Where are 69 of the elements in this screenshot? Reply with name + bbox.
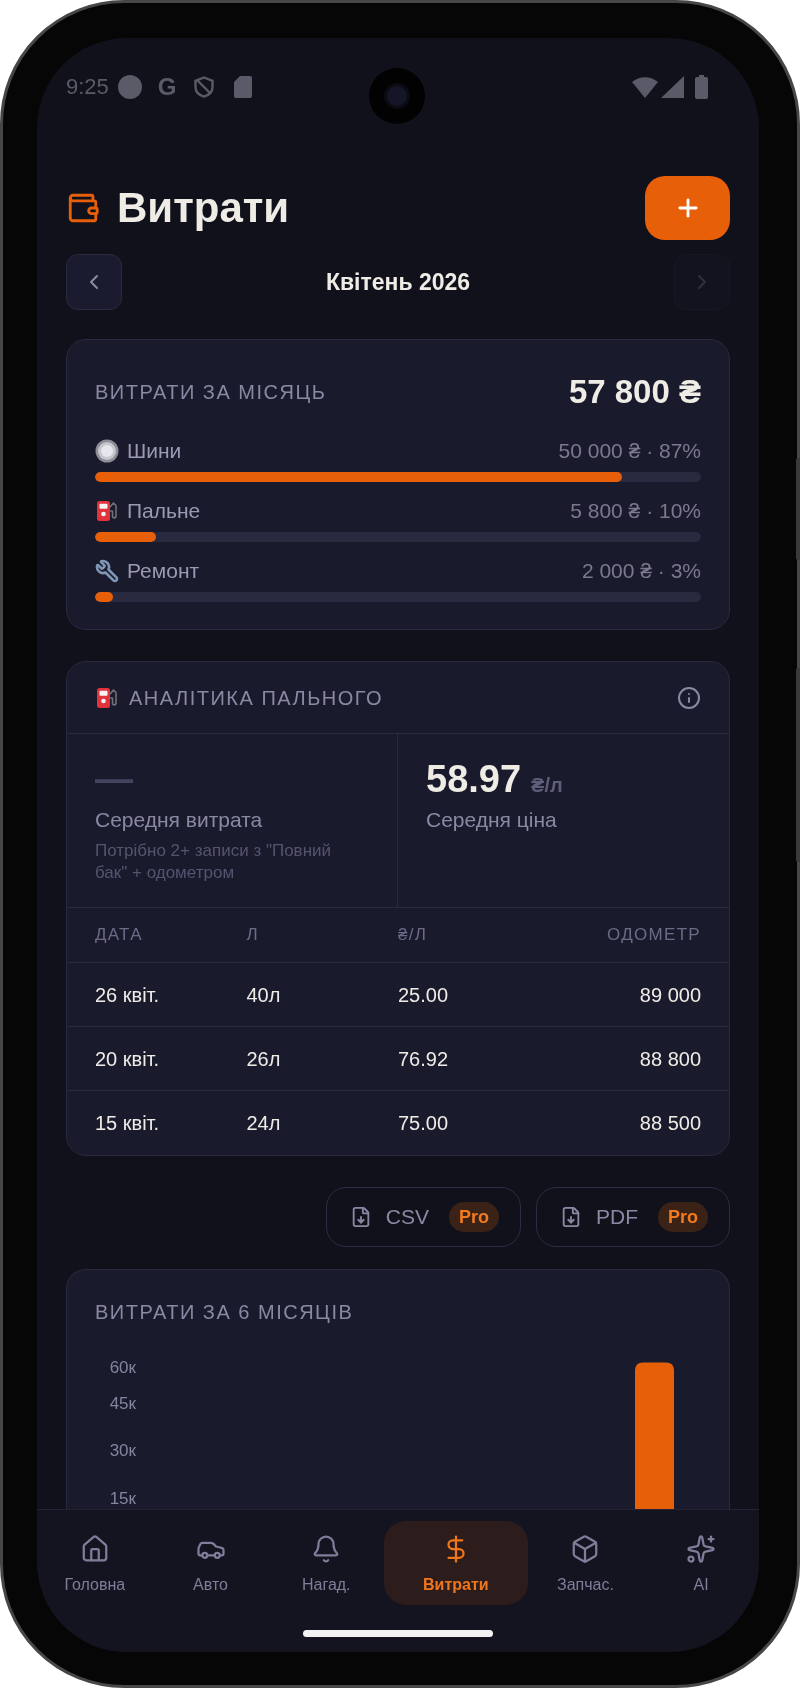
add-button[interactable] bbox=[645, 176, 730, 240]
page-title: Витрати bbox=[117, 183, 290, 233]
category-amount: 50 000 ₴ · 87% bbox=[558, 438, 701, 464]
y-axis-label: 45к bbox=[109, 1393, 136, 1413]
card-heading: ВИТРАТИ ЗА МІСЯЦЬ bbox=[95, 380, 327, 405]
column-header: ОДОМЕТР bbox=[607, 924, 701, 946]
category-name: Пальне bbox=[127, 498, 201, 524]
status-time: 9:25 bbox=[66, 73, 109, 101]
wifi-icon bbox=[632, 76, 658, 98]
table-cell-text: 25.00 bbox=[398, 982, 449, 1008]
info-icon[interactable] bbox=[677, 685, 701, 710]
stat-label: Середня ціна bbox=[426, 807, 557, 833]
category-name: Ремонт bbox=[127, 558, 200, 584]
round-button-icon bbox=[95, 439, 119, 463]
nav-tab[interactable]: Витрати bbox=[384, 1521, 528, 1605]
column-header: ДАТА bbox=[95, 924, 143, 946]
dot-icon bbox=[117, 75, 142, 99]
wrench-icon bbox=[95, 559, 119, 583]
card-heading: АНАЛІТИКА ПАЛЬНОГО bbox=[129, 685, 384, 711]
y-axis-label: 30к bbox=[109, 1441, 136, 1460]
export-button[interactable]: PDF Pro bbox=[536, 1187, 730, 1247]
previous-month-button[interactable] bbox=[66, 254, 122, 310]
category-amount: 2 000 ₴ · 3% bbox=[581, 558, 701, 584]
notification-letter: G bbox=[157, 72, 177, 102]
nav-tab[interactable]: Нагад. bbox=[268, 1521, 385, 1605]
table-cell-text: 76.92 bbox=[398, 1046, 449, 1072]
card-heading: ВИТРАТИ ЗА 6 МІСЯЦІВ bbox=[95, 1301, 354, 1323]
export-button[interactable]: CSV Pro bbox=[325, 1187, 521, 1247]
y-axis-label: 60к bbox=[109, 1357, 136, 1377]
side-button[interactable] bbox=[796, 458, 800, 560]
side-button[interactable] bbox=[796, 668, 800, 862]
y-axis-label: 15к bbox=[109, 1488, 136, 1508]
battery-icon bbox=[695, 75, 708, 99]
nav-tab[interactable]: Авто bbox=[152, 1521, 269, 1605]
month-label: Квітень 2026 bbox=[325, 268, 471, 297]
wallet-icon bbox=[66, 191, 100, 225]
fuel-pump-icon bbox=[95, 499, 119, 523]
table-cell-text: 26л bbox=[246, 1046, 281, 1072]
sim-card-icon bbox=[233, 76, 252, 98]
table-cell-text: 75.00 bbox=[398, 1111, 449, 1136]
category-name: Шини bbox=[127, 438, 182, 464]
signal-icon bbox=[661, 76, 684, 98]
fuel-pump-icon bbox=[95, 685, 119, 710]
stat-unit: ₴/л bbox=[531, 773, 563, 798]
front-camera-icon bbox=[369, 68, 425, 124]
nav-tab[interactable]: Запчас. bbox=[527, 1521, 644, 1605]
table-cell-text: 88 500 bbox=[639, 1111, 701, 1136]
sparkles-icon bbox=[686, 1534, 717, 1564]
pro-badge: Pro bbox=[658, 1202, 708, 1232]
table-cell-text: 40л bbox=[246, 982, 281, 1008]
pro-badge: Pro bbox=[448, 1202, 499, 1232]
category-amount: 5 800 ₴ · 10% bbox=[570, 498, 701, 524]
table-cell-text: 20 квіт. bbox=[95, 1046, 160, 1072]
shield-icon bbox=[193, 76, 214, 98]
table-cell-text: 24л bbox=[246, 1111, 281, 1136]
monthly-total: 57 800 ₴ bbox=[568, 372, 701, 412]
stat-value: — bbox=[95, 757, 133, 801]
stat-value: 58.97 bbox=[426, 757, 522, 801]
column-header: Л bbox=[246, 924, 259, 946]
table-cell-text: 88 800 bbox=[639, 1046, 701, 1072]
table-cell-text: 26 квіт. bbox=[95, 982, 160, 1008]
stat-hint: Потрібно 2+ записи з "Повний бак" + одометром bbox=[95, 840, 333, 884]
nav-tab[interactable]: AI bbox=[643, 1521, 759, 1605]
column-header: ₴/Л bbox=[398, 924, 428, 946]
stat-label: Середня витрата bbox=[95, 807, 263, 833]
file-download-icon bbox=[560, 1206, 582, 1228]
table-cell-text: 89 000 bbox=[639, 982, 701, 1008]
table-cell-text: 15 квіт. bbox=[95, 1111, 160, 1136]
nav-tab[interactable]: Головна bbox=[37, 1521, 153, 1605]
